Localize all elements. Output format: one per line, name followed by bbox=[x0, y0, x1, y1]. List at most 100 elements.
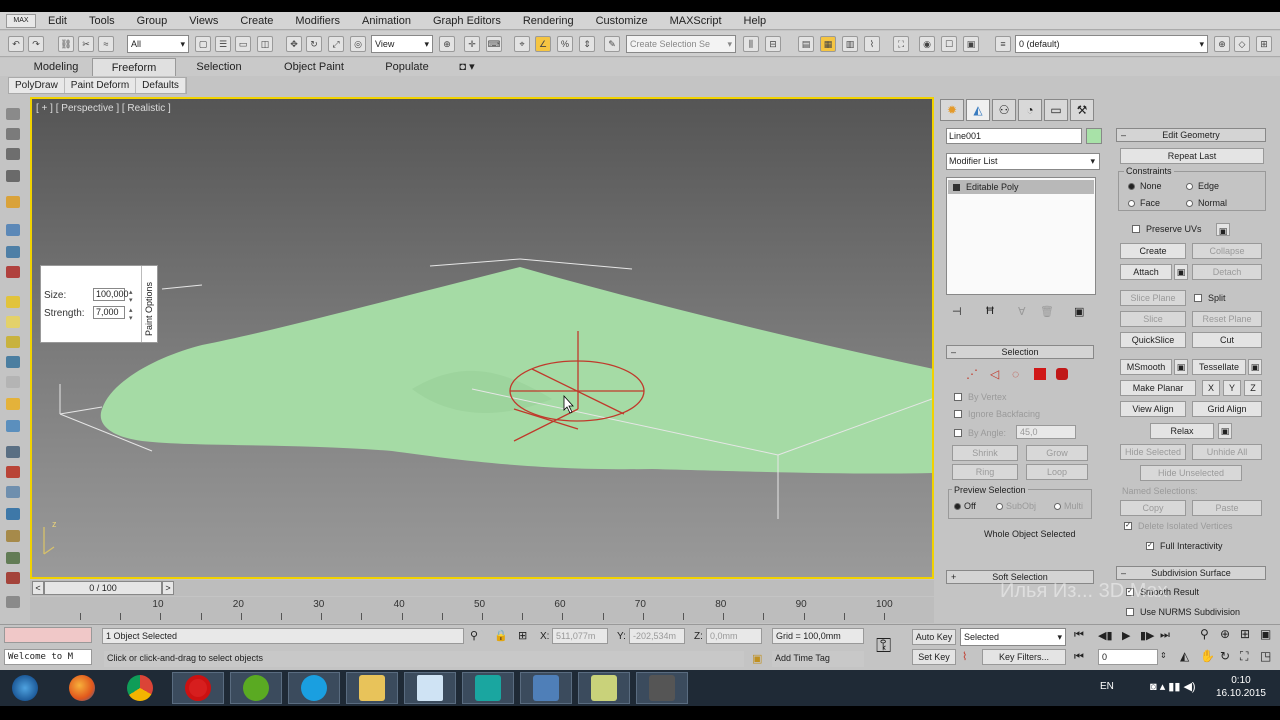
defaults-button[interactable]: Defaults bbox=[136, 78, 186, 93]
select-scale-icon[interactable]: ⤢ bbox=[328, 36, 344, 52]
menu-maxscript[interactable]: MAXScript bbox=[670, 15, 722, 27]
3dsmax-icon[interactable] bbox=[462, 672, 514, 704]
full-interactivity-checkbox[interactable]: ✓ bbox=[1146, 542, 1154, 550]
redo-icon[interactable]: ↷ bbox=[28, 36, 44, 52]
polydraw-button[interactable]: PolyDraw bbox=[9, 78, 65, 93]
tab-freeform[interactable]: Freeform bbox=[92, 58, 176, 76]
tab-selection[interactable]: Selection bbox=[180, 58, 258, 76]
paint-options-tab[interactable]: Paint Options bbox=[141, 266, 157, 342]
relax-brush-icon[interactable] bbox=[6, 246, 20, 258]
bind-spacewarp-icon[interactable]: ≈ bbox=[98, 36, 114, 52]
key-mode-toggle-icon[interactable]: ⏮ bbox=[1074, 651, 1084, 664]
erase-brush-icon[interactable] bbox=[6, 486, 20, 498]
graphite-toolbar-icon[interactable]: ▥ bbox=[842, 36, 858, 52]
app-logo-icon[interactable]: MAX bbox=[6, 13, 36, 28]
keyboard-shortcut-icon[interactable]: ⌨ bbox=[486, 36, 502, 52]
smudge-brush-icon[interactable] bbox=[6, 530, 20, 542]
shrink-button[interactable]: Shrink bbox=[952, 445, 1018, 461]
noise-brush-icon[interactable] bbox=[6, 266, 20, 278]
push-pull-brush-icon[interactable] bbox=[6, 420, 20, 432]
go-to-start-icon[interactable]: ⏮ bbox=[1074, 629, 1084, 642]
pinch-brush-icon[interactable] bbox=[6, 316, 20, 328]
preview-off-radio[interactable] bbox=[954, 503, 961, 510]
previous-frame-icon[interactable]: ◀▮ bbox=[1098, 629, 1113, 642]
preview-subobj-radio[interactable] bbox=[996, 503, 1003, 510]
key-selection-set-select[interactable]: Selected bbox=[960, 628, 1066, 646]
preserve-uvs-settings-icon[interactable]: ▣ bbox=[1216, 223, 1230, 236]
by-vertex-checkbox[interactable] bbox=[954, 393, 962, 401]
media-player-icon[interactable] bbox=[636, 672, 688, 704]
firefox-icon[interactable] bbox=[56, 672, 108, 704]
paint-deform-button[interactable]: Paint Deform bbox=[65, 78, 137, 93]
slice-button[interactable]: Slice bbox=[1120, 311, 1186, 327]
element-mode-icon[interactable] bbox=[1056, 368, 1068, 380]
menu-graph-editors[interactable]: Graph Editors bbox=[433, 15, 501, 27]
loop-button[interactable]: Loop bbox=[1026, 464, 1088, 480]
reset-plane-button[interactable]: Reset Plane bbox=[1192, 311, 1262, 327]
select-manipulate-icon[interactable]: ✛ bbox=[464, 36, 480, 52]
by-angle-field[interactable]: 45,0 bbox=[1016, 425, 1076, 439]
copy-button[interactable]: Copy bbox=[1120, 500, 1186, 516]
material-editor-icon[interactable]: ◉ bbox=[919, 36, 935, 52]
render-frame-icon[interactable]: ▣ bbox=[963, 36, 979, 52]
layer-select[interactable]: 0 (default) bbox=[1015, 35, 1208, 53]
layer-explorer-icon[interactable]: ▦ bbox=[820, 36, 836, 52]
current-frame-spinner-icon[interactable]: ⇕ bbox=[1160, 651, 1167, 660]
notes-icon[interactable] bbox=[578, 672, 630, 704]
key-tangent-icon[interactable]: ⌇ bbox=[962, 650, 967, 663]
tessellate-button[interactable]: Tessellate bbox=[1192, 359, 1246, 375]
object-color-swatch[interactable] bbox=[1086, 128, 1102, 144]
drag-brush-icon[interactable] bbox=[6, 446, 20, 458]
zoom-icon[interactable]: ⊕ bbox=[1220, 627, 1230, 641]
menu-tools[interactable]: Tools bbox=[89, 15, 115, 27]
orbit-icon[interactable]: ↻ bbox=[1220, 649, 1230, 663]
create-button[interactable]: Create bbox=[1120, 243, 1186, 259]
strength-field[interactable]: 7,000 bbox=[93, 306, 125, 319]
conform-brush-icon[interactable] bbox=[6, 398, 20, 410]
curve-editor-icon[interactable]: ⌇ bbox=[864, 36, 880, 52]
grow-button[interactable]: Grow bbox=[1026, 445, 1088, 461]
utorrent-icon[interactable] bbox=[230, 672, 282, 704]
percent-snap-icon[interactable]: % bbox=[557, 36, 573, 52]
menu-help[interactable]: Help bbox=[744, 15, 767, 27]
preserve-uvs-checkbox[interactable] bbox=[1132, 225, 1140, 233]
set-key-mode-icon[interactable]: ⚿ bbox=[876, 635, 891, 658]
edge-mode-icon[interactable]: ◁ bbox=[990, 367, 999, 381]
image-viewer-icon[interactable] bbox=[520, 672, 572, 704]
add-to-layer-icon[interactable]: ◇ bbox=[1234, 36, 1250, 52]
create-tab-icon[interactable]: ✹ bbox=[940, 99, 964, 121]
use-nurms-checkbox[interactable] bbox=[1126, 608, 1134, 616]
scene-explorer-icon[interactable]: ▤ bbox=[798, 36, 814, 52]
mirror-brush-icon[interactable] bbox=[6, 596, 20, 608]
stamp-brush-icon[interactable] bbox=[6, 572, 20, 584]
constraint-edge-radio[interactable] bbox=[1186, 183, 1193, 190]
paste-button[interactable]: Paste bbox=[1192, 500, 1262, 516]
menu-group[interactable]: Group bbox=[137, 15, 168, 27]
tray-icons[interactable]: ◙ ▴ ▮▮ ◀) bbox=[1150, 680, 1196, 693]
revert-brush-icon[interactable] bbox=[6, 376, 20, 388]
unlink-icon[interactable]: ✂ bbox=[78, 36, 94, 52]
select-in-layer-icon[interactable]: ⊞ bbox=[1256, 36, 1272, 52]
collapse-button[interactable]: Collapse bbox=[1192, 243, 1262, 259]
constraint-none-radio[interactable] bbox=[1128, 183, 1135, 190]
go-to-end-icon[interactable]: ⏭ bbox=[1160, 629, 1170, 642]
time-slider[interactable]: 0 / 100 < > bbox=[30, 580, 934, 596]
tab-populate[interactable]: Populate bbox=[372, 58, 442, 76]
spinner-snap-icon[interactable]: ⇕ bbox=[579, 36, 595, 52]
make-unique-icon[interactable]: ∀ bbox=[1018, 305, 1026, 318]
select-tool-icon[interactable] bbox=[6, 108, 20, 120]
render-setup-icon[interactable]: ☐ bbox=[941, 36, 957, 52]
make-planar-button[interactable]: Make Planar bbox=[1120, 380, 1196, 396]
repeat-last-button[interactable]: Repeat Last bbox=[1120, 148, 1264, 164]
hierarchy-tab-icon[interactable]: ⚇ bbox=[992, 99, 1016, 121]
subdivision-surface-rollout-header[interactable]: Subdivision Surface bbox=[1116, 566, 1266, 580]
opera-icon[interactable] bbox=[172, 672, 224, 704]
show-end-result-icon[interactable]: Ħ bbox=[986, 305, 994, 317]
align-icon[interactable]: ⊟ bbox=[765, 36, 781, 52]
next-frame-button[interactable]: > bbox=[162, 581, 174, 595]
add-time-tag-button[interactable]: Add Time Tag bbox=[772, 651, 864, 667]
polygon-mode-icon[interactable] bbox=[1034, 368, 1046, 380]
menu-rendering[interactable]: Rendering bbox=[523, 15, 574, 27]
unhide-all-button[interactable]: Unhide All bbox=[1192, 444, 1262, 460]
configure-modifier-sets-icon[interactable]: ▣ bbox=[1074, 305, 1084, 318]
